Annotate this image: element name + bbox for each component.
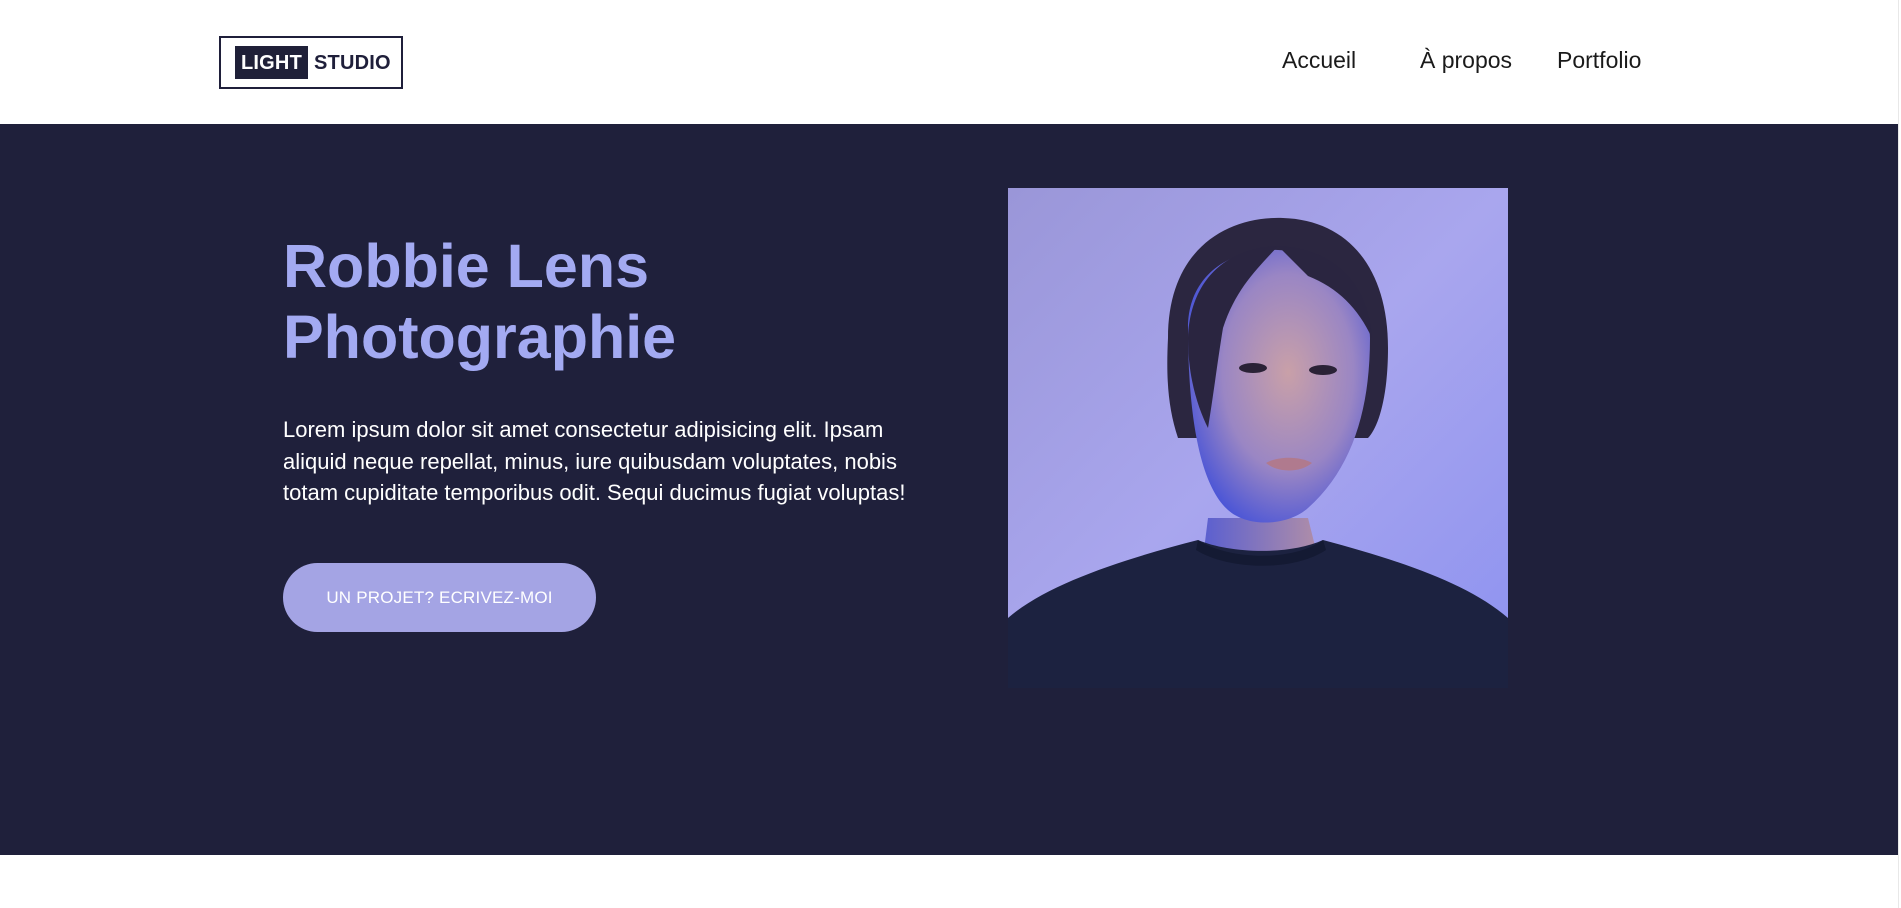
hero-title: Robbie Lens Photographie — [283, 231, 843, 373]
nav-link-accueil[interactable]: Accueil — [1282, 46, 1356, 74]
contact-cta-button[interactable]: UN PROJET? ECRIVEZ-MOI — [283, 563, 596, 632]
hero-title-line-2: Photographie — [283, 303, 677, 371]
portrait-illustration — [1008, 188, 1508, 688]
site-header: LIGHT STUDIO Accueil À propos Portfolio — [0, 0, 1898, 124]
hero-section: Robbie Lens Photographie Lorem ipsum dol… — [0, 124, 1898, 855]
nav-link-portfolio[interactable]: Portfolio — [1557, 46, 1641, 74]
page-bottom-area — [0, 855, 1898, 908]
portrait-photo — [1008, 188, 1508, 688]
nav-link-a-propos[interactable]: À propos — [1420, 46, 1512, 74]
hero-title-line-1: Robbie Lens — [283, 232, 650, 300]
main-nav: Accueil À propos Portfolio — [0, 46, 1898, 76]
hero-description: Lorem ipsum dolor sit amet consectetur a… — [283, 417, 906, 505]
